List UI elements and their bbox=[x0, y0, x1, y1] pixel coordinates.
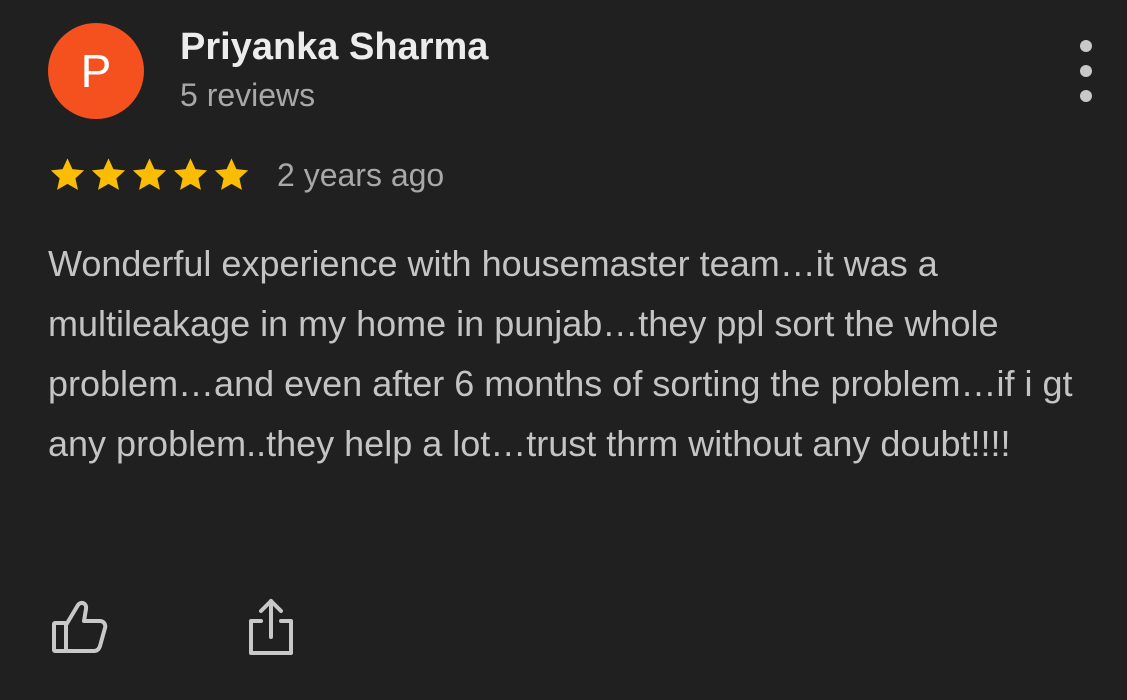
avatar[interactable]: P bbox=[48, 23, 144, 119]
review-date: 2 years ago bbox=[277, 156, 445, 193]
review-card: P Priyanka Sharma 5 reviews 2 years ago … bbox=[0, 0, 1127, 700]
thumb-up-icon bbox=[52, 600, 108, 653]
star-icon bbox=[50, 158, 85, 190]
more-vert-icon-dot bbox=[1080, 90, 1092, 102]
star-icon bbox=[214, 158, 249, 190]
star-icon bbox=[173, 158, 208, 190]
star-icon bbox=[132, 158, 167, 190]
more-options-button[interactable] bbox=[1066, 40, 1106, 102]
avatar-initial: P bbox=[80, 45, 112, 97]
rating-row: 2 years ago bbox=[48, 152, 444, 198]
share-icon bbox=[249, 599, 293, 655]
review-text: Wonderful experience with housemaster te… bbox=[48, 243, 1073, 464]
star-rating bbox=[48, 156, 251, 194]
star-icon bbox=[91, 158, 126, 190]
review-actions bbox=[48, 596, 302, 658]
more-vert-icon-dot bbox=[1080, 65, 1092, 77]
like-button[interactable] bbox=[48, 596, 110, 658]
reviewer-name[interactable]: Priyanka Sharma bbox=[180, 26, 488, 69]
share-button[interactable] bbox=[240, 596, 302, 658]
more-vert-icon bbox=[1080, 40, 1092, 52]
reviewer-review-count: 5 reviews bbox=[180, 77, 316, 113]
